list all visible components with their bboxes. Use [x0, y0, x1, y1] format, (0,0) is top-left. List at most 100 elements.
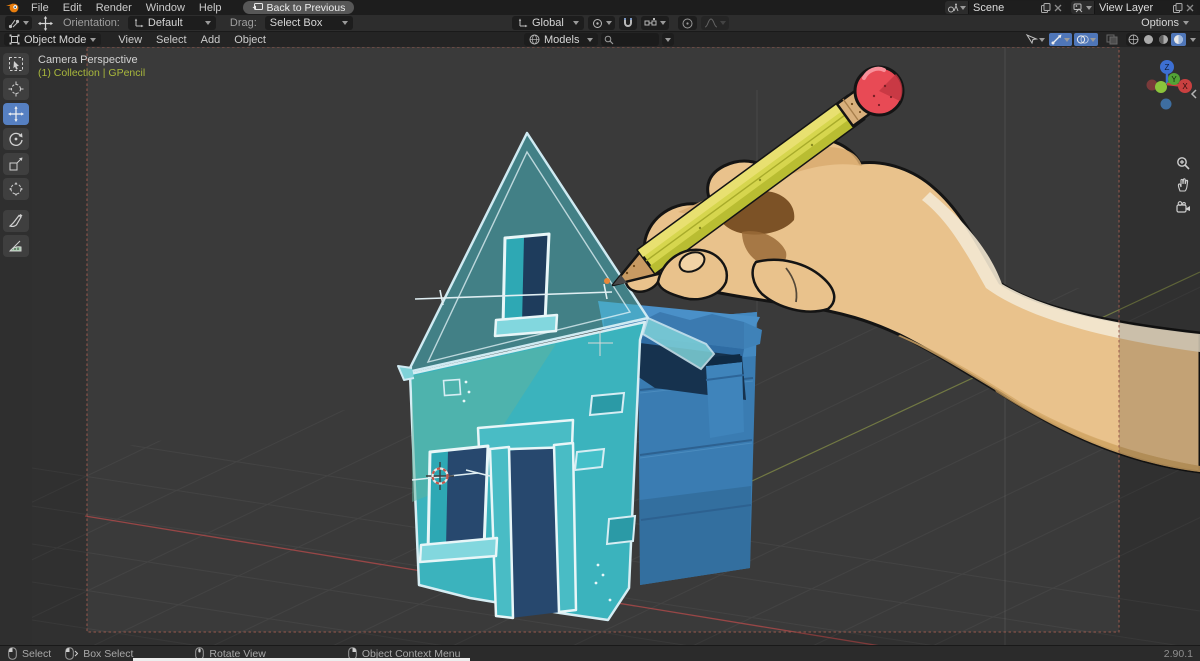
menu-render[interactable]: Render [89, 2, 139, 14]
falloff-curve-icon [704, 17, 718, 29]
transform-orientation-dropdown[interactable]: Global [512, 16, 584, 30]
magnet-icon [622, 17, 634, 29]
tool-select-box[interactable] [3, 53, 29, 75]
chevron-down-icon [665, 38, 671, 42]
move-tool-icon[interactable] [38, 16, 53, 31]
asset-search-field[interactable] [601, 33, 659, 46]
gizmo-icon [1051, 34, 1063, 45]
menu-edit[interactable]: Edit [56, 2, 89, 14]
snap-toggle[interactable] [619, 16, 637, 30]
scene-browse-button[interactable] [945, 1, 968, 14]
menu-view[interactable]: View [111, 34, 149, 46]
asset-bar-expand-button[interactable] [662, 33, 674, 46]
xray-toggle[interactable] [1104, 33, 1120, 46]
xray-icon [1106, 34, 1118, 45]
viewport-display-controls [1023, 33, 1196, 46]
show-gizmo-toggle[interactable] [1049, 33, 1072, 46]
navigation-gizmo[interactable]: Z Y X [1132, 53, 1196, 115]
shading-rendered-button[interactable] [1171, 33, 1186, 46]
shading-wireframe-button[interactable] [1126, 33, 1141, 46]
blender-window: File Edit Render Window Help Back to Pre… [0, 0, 1200, 661]
snap-increment-icon [644, 17, 658, 29]
proportional-edit-toggle[interactable] [678, 16, 697, 30]
mode-dropdown[interactable]: Object Mode [4, 33, 101, 46]
menu-add[interactable]: Add [194, 34, 228, 46]
globe-icon [529, 34, 540, 45]
chevron-down-icon [1183, 21, 1189, 25]
tool-measure[interactable] [3, 235, 29, 257]
camera-view-button[interactable] [1172, 196, 1194, 218]
show-overlays-toggle[interactable] [1074, 33, 1098, 46]
chevron-down-icon [587, 38, 593, 42]
tool-rotate[interactable] [3, 128, 29, 150]
tool-annotate[interactable] [3, 210, 29, 232]
shading-mode-group [1126, 33, 1186, 46]
proportional-edit-icon [681, 17, 694, 30]
remove-view-layer-icon[interactable] [1186, 4, 1194, 12]
view-layer-browse-button[interactable] [1071, 1, 1094, 14]
snap-target-dropdown[interactable] [641, 16, 669, 30]
tool-scale[interactable] [3, 153, 29, 175]
tool-transform[interactable] [3, 178, 29, 200]
menu-object[interactable]: Object [227, 34, 273, 46]
chevron-down-icon [720, 21, 726, 25]
svg-text:Y: Y [1171, 75, 1177, 84]
menu-select[interactable]: Select [149, 34, 194, 46]
chevron-down-icon [1039, 38, 1045, 42]
blender-logo-icon[interactable] [5, 2, 20, 13]
visibility-pointer-icon [1025, 34, 1038, 45]
mouse-left-icon [8, 647, 17, 660]
shading-material-button[interactable] [1156, 33, 1171, 46]
global-orientation-icon [517, 18, 528, 29]
pan-button[interactable] [1172, 174, 1194, 196]
asset-category-dropdown[interactable]: Models [524, 33, 598, 46]
chevron-down-icon [23, 21, 29, 25]
workspace-back-icon [252, 3, 263, 12]
gizmo-neg-z-ball[interactable] [1161, 99, 1172, 110]
menu-window[interactable]: Window [139, 2, 192, 14]
shading-solid-button[interactable] [1141, 33, 1156, 46]
hint-select: Select [8, 647, 51, 660]
options-dropdown[interactable]: Options [1136, 16, 1194, 30]
new-view-layer-icon[interactable] [1173, 3, 1183, 13]
scene-name-field[interactable]: Scene [968, 1, 1038, 14]
asset-search-input[interactable] [614, 34, 656, 45]
tool-move[interactable] [3, 103, 29, 125]
chevron-down-icon [205, 21, 211, 25]
active-tool-icon [8, 18, 21, 29]
object-visibility-dropdown[interactable] [1023, 33, 1047, 46]
view-layer-name-field[interactable]: View Layer [1094, 1, 1170, 14]
blender-version-text: 2.90.1 [1164, 648, 1193, 660]
chevron-down-icon [1064, 38, 1070, 42]
sidebar-toggle-arrow[interactable] [1190, 89, 1198, 102]
gizmo-neg-y-ball[interactable] [1155, 81, 1167, 93]
new-scene-icon[interactable] [1041, 3, 1051, 13]
pivot-point-dropdown[interactable] [588, 16, 615, 30]
orientation-label: Orientation: [63, 17, 120, 29]
scene-icon [947, 3, 959, 13]
svg-text:X: X [1182, 82, 1188, 91]
back-to-previous-button[interactable]: Back to Previous [243, 1, 355, 14]
drag-label: Drag: [230, 17, 257, 29]
object-mode-icon [9, 34, 20, 45]
chevron-down-icon[interactable] [1190, 38, 1196, 42]
chevron-down-icon [606, 21, 612, 25]
chevron-down-icon [573, 21, 579, 25]
editor-type-button[interactable] [5, 16, 32, 30]
tool-settings-bar: Orientation: Default Drag: Select Box Gl… [0, 15, 1200, 32]
viewport-3d[interactable]: Camera Perspective (1) Collection | GPen… [0, 47, 1200, 645]
drag-dropdown[interactable]: Select Box [265, 16, 353, 30]
unlink-scene-icon[interactable] [1054, 4, 1062, 12]
proportional-falloff-dropdown[interactable] [701, 16, 729, 30]
tool-cursor[interactable] [3, 78, 29, 100]
overlays-icon [1076, 34, 1089, 45]
menu-help[interactable]: Help [192, 2, 229, 14]
topbar: File Edit Render Window Help Back to Pre… [0, 0, 1200, 15]
menu-file[interactable]: File [24, 2, 56, 14]
topbar-right: Scene View Layer [945, 1, 1197, 14]
zoom-button[interactable] [1172, 152, 1194, 174]
mouse-left-drag-icon [65, 647, 78, 660]
hint-box-select: Box Select [65, 647, 133, 660]
orientation-dropdown[interactable]: Default [128, 16, 216, 30]
scene-selector: Scene [945, 1, 1065, 14]
